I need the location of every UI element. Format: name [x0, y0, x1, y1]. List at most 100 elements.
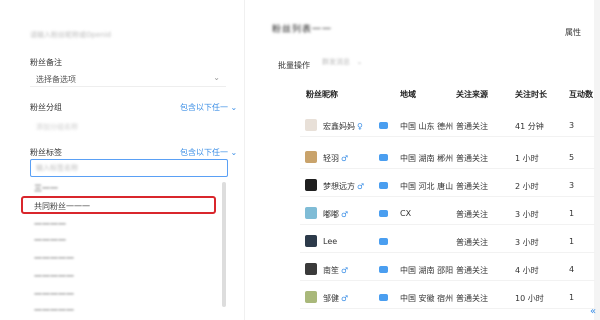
table-row[interactable]: Lee 普通关注 3 小时 1 — [300, 229, 595, 253]
tag-item[interactable]: 一一一一一 — [34, 271, 74, 282]
batch-label: 批量操作 — [278, 61, 310, 70]
region-cell: 中国 山东 德州 — [400, 122, 454, 131]
source-cell: 普通关注 — [456, 238, 488, 247]
col-header-duration: 关注时长 — [515, 90, 547, 99]
duration-cell: 10 小时 — [515, 294, 544, 303]
table-row[interactable]: 邹健 ♂ 中国 安徽 宿州 普通关注 10 小时 1 — [300, 285, 595, 309]
nickname-text: Lee — [323, 237, 338, 246]
chevron-down-icon: ⌄ — [213, 73, 220, 82]
tag-search-placeholder: 输入标签名称 — [36, 164, 78, 172]
interactions-cell: 4 — [569, 265, 575, 274]
tag-highlight-box — [21, 196, 216, 214]
chat-icon[interactable] — [379, 182, 388, 189]
col-header-interactions: 互动数 — [569, 90, 593, 99]
gender-icon: ♂ — [357, 182, 365, 191]
duration-cell: 41 分钟 — [515, 122, 544, 131]
tag-item[interactable]: 一一一一一 — [34, 305, 74, 316]
nickname-text: 梦想远方 — [323, 182, 355, 191]
group-match-link[interactable]: 包含以下任一 ⌄ — [180, 102, 237, 113]
row-divider — [300, 280, 595, 281]
interactions-cell: 1 — [569, 237, 575, 246]
region-cell: 中国 安徽 宿州 — [400, 294, 454, 303]
duration-cell: 2 小时 — [515, 182, 539, 191]
search-input-placeholder[interactable]: 请输入粉丝昵称或Openid — [30, 30, 111, 40]
col-header-region: 地域 — [400, 90, 416, 99]
gender-icon: ♂ — [341, 210, 349, 219]
nickname-text: 轻羽 — [323, 154, 339, 163]
batch-select[interactable]: 群发消息 ⌄ — [322, 57, 372, 71]
panel-divider — [244, 0, 245, 320]
avatar — [305, 179, 317, 191]
tag-item[interactable]: 一一一一一 — [34, 253, 74, 264]
remark-label: 粉丝备注 — [30, 58, 62, 67]
chat-icon[interactable] — [379, 294, 388, 301]
duration-cell: 3 小时 — [515, 210, 539, 219]
page-title: 粉丝列表一一 — [272, 25, 333, 35]
nickname-cell: 嘟嘟 ♂ — [323, 209, 348, 220]
tag-item[interactable]: 一一一一 — [34, 235, 66, 246]
batch-select-placeholder: 群发消息 — [322, 58, 350, 66]
avatar — [305, 235, 317, 247]
table-row[interactable]: 宏鑫妈妈 ♀ 中国 山东 德州 普通关注 41 分钟 3 — [300, 113, 595, 137]
tag-search-input[interactable]: 输入标签名称 — [30, 159, 228, 177]
gender-icon: ♂ — [341, 266, 349, 275]
chevron-down-icon: ⌄ — [356, 58, 363, 66]
table-row[interactable]: 梦想远方 ♂ 中国 河北 唐山 普通关注 2 小时 3 — [300, 173, 595, 197]
nickname-cell: 轻羽 ♂ — [323, 153, 348, 164]
source-cell: 普通关注 — [456, 182, 488, 191]
interactions-cell: 1 — [569, 293, 575, 302]
collapse-icon[interactable]: « — [590, 306, 596, 317]
interactions-cell: 5 — [569, 153, 575, 162]
col-header-source: 关注来源 — [456, 90, 488, 99]
source-cell: 普通关注 — [456, 266, 488, 275]
gender-icon: ♂ — [341, 154, 349, 163]
nickname-cell: 梦想远方 ♂ — [323, 181, 364, 192]
chat-icon[interactable] — [379, 238, 388, 245]
group-match-text: 包含以下任一 — [180, 103, 228, 112]
nickname-text: 宏鑫妈妈 — [323, 122, 355, 131]
filter-panel: 请输入粉丝昵称或Openid 粉丝备注 选择备选项 ⌄ 粉丝分组 包含以下任一 … — [0, 0, 245, 320]
tag-item[interactable]: 三一一 — [34, 183, 58, 194]
region-cell: CX — [400, 209, 412, 218]
nickname-cell: 南笙 ♂ — [323, 265, 348, 276]
source-cell: 普通关注 — [456, 210, 488, 219]
avatar — [305, 119, 317, 131]
chat-icon[interactable] — [379, 210, 388, 217]
group-label: 粉丝分组 — [30, 103, 62, 112]
nickname-cell: 邹健 ♂ — [323, 293, 348, 304]
tag-item[interactable]: 一一一一一 — [34, 289, 74, 300]
avatar — [305, 263, 317, 275]
region-cell: 中国 湖南 郴州 — [400, 154, 454, 163]
table-row[interactable]: 南笙 ♂ 中国 湖南 邵阳 普通关注 4 小时 4 — [300, 257, 595, 281]
duration-cell: 1 小时 — [515, 154, 539, 163]
avatar — [305, 151, 317, 163]
chat-icon[interactable] — [379, 266, 388, 273]
remark-select-value: 选择备选项 — [36, 75, 76, 84]
interactions-cell: 3 — [569, 181, 575, 190]
source-cell: 普通关注 — [456, 154, 488, 163]
row-divider — [300, 252, 595, 253]
tags-match-text: 包含以下任一 — [180, 148, 228, 157]
source-cell: 普通关注 — [456, 122, 488, 131]
table-row[interactable]: 轻羽 ♂ 中国 湖南 郴州 普通关注 1 小时 5 — [300, 145, 595, 169]
duration-cell: 3 小时 — [515, 238, 539, 247]
attr-label: 属性 — [565, 28, 581, 37]
remark-select[interactable]: 选择备选项 ⌄ — [30, 71, 226, 87]
gender-icon: ♀ — [357, 122, 363, 131]
table-row[interactable]: 嘟嘟 ♂ CX 普通关注 3 小时 1 — [300, 201, 595, 225]
tag-item[interactable]: 一一一一 — [34, 219, 66, 230]
row-divider — [300, 308, 595, 309]
row-divider — [300, 168, 595, 169]
gender-icon: ♂ — [341, 294, 349, 303]
chat-icon[interactable] — [379, 122, 388, 129]
group-input[interactable]: 添加分组名称 — [36, 122, 78, 132]
region-cell: 中国 湖南 邵阳 — [400, 266, 454, 275]
tags-match-link[interactable]: 包含以下任一 ⌄ — [180, 147, 237, 158]
nickname-cell: 宏鑫妈妈 ♀ — [323, 121, 363, 132]
interactions-cell: 1 — [569, 209, 575, 218]
nickname-cell: Lee — [323, 237, 339, 246]
row-divider — [300, 224, 595, 225]
duration-cell: 4 小时 — [515, 266, 539, 275]
tag-list-scrollbar[interactable] — [222, 182, 226, 307]
chat-icon[interactable] — [379, 154, 388, 161]
